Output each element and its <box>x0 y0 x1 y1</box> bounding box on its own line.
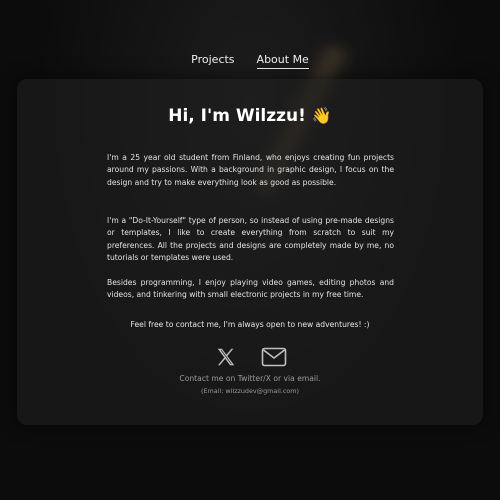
hobbies-paragraph: Besides programming, I enjoy playing vid… <box>107 277 394 300</box>
mail-icon[interactable] <box>261 345 287 369</box>
waving-hand-icon: 👋 <box>311 106 332 125</box>
contact-note: Contact me on Twitter/X or via email. <box>179 374 321 383</box>
contact-icons <box>0 345 500 369</box>
page: Projects About Me Hi, I'm Wilzzu! 👋 I'm … <box>0 0 500 500</box>
title-text: Hi, I'm Wilzzu! <box>168 106 306 126</box>
top-nav: Projects About Me <box>0 53 500 69</box>
diy-paragraph: I'm a "Do-It-Yourself" type of person, s… <box>107 215 394 263</box>
contact-invite: Feel free to contact me, I'm always open… <box>130 320 370 329</box>
email-note: (Email: wilzzudev@gmail.com) <box>200 387 300 395</box>
nav-projects-link[interactable]: Projects <box>191 53 234 69</box>
page-title: Hi, I'm Wilzzu! 👋 <box>0 106 500 126</box>
nav-about-link[interactable]: About Me <box>256 53 309 69</box>
intro-paragraph: I'm a 25 year old student from Finland, … <box>107 152 394 187</box>
x-twitter-icon[interactable] <box>213 345 239 369</box>
